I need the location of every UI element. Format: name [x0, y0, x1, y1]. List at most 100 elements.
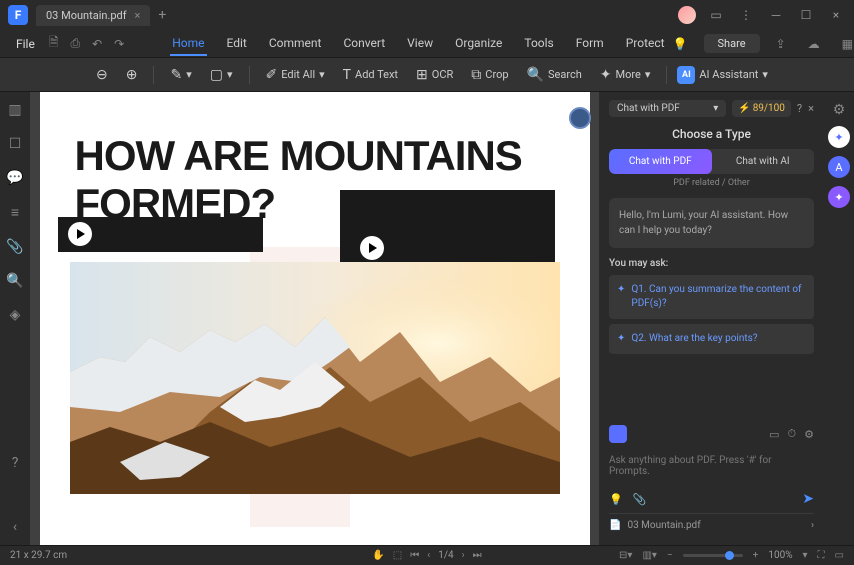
separator — [249, 66, 250, 84]
tab-chat-ai[interactable]: Chat with AI — [712, 149, 815, 174]
zoom-out-status-icon[interactable]: − — [667, 550, 673, 561]
document-tab[interactable]: 03 Mountain.pdf × — [36, 5, 150, 26]
select-tool-icon[interactable]: ⬚ — [393, 550, 402, 561]
print-icon[interactable]: ⎙ — [65, 36, 87, 51]
tab-title: 03 Mountain.pdf — [46, 9, 127, 22]
chat-input[interactable]: Ask anything about PDF. Press '#' for Pr… — [609, 449, 814, 483]
send-icon[interactable]: ➤ — [802, 491, 814, 507]
zoom-thumb[interactable] — [725, 551, 734, 560]
file-reference[interactable]: 📄 03 Mountain.pdf › — [609, 513, 814, 537]
sparkle-icon: ✦ — [617, 283, 625, 311]
separator — [666, 66, 667, 84]
mountain-image — [70, 262, 560, 494]
fit-width-icon[interactable]: ⊟▾ — [619, 550, 632, 561]
document-canvas[interactable]: HOW ARE MOUNTAINS FORMED? — [30, 92, 599, 545]
help-circle-icon[interactable]: ? — [797, 102, 802, 115]
menu-comment[interactable]: Comment — [267, 32, 324, 56]
floating-ai-icon[interactable] — [569, 107, 591, 129]
chevron-right-icon: › — [811, 520, 814, 531]
menu-convert[interactable]: Convert — [341, 32, 387, 56]
menu-tools[interactable]: Tools — [522, 32, 555, 56]
menu-edit[interactable]: Edit — [225, 32, 249, 56]
bookmarks-icon[interactable]: ☐ — [9, 136, 22, 152]
zoom-in-icon[interactable]: ⊕ — [120, 64, 144, 86]
crop-tool[interactable]: ⧉Crop — [465, 64, 514, 86]
suggestion-q1[interactable]: ✦Q1. Can you summarize the content of PD… — [609, 275, 814, 319]
play-icon-2[interactable] — [360, 236, 384, 260]
history-icon[interactable]: ⏱ — [788, 427, 797, 441]
play-icon-1[interactable] — [68, 222, 92, 246]
save-icon[interactable]: 🗎 — [43, 33, 65, 54]
sliders-icon[interactable]: ⚙ — [833, 102, 846, 118]
last-page-icon[interactable]: ⏭ — [473, 550, 482, 561]
zoom-level[interactable]: 100% — [768, 550, 792, 561]
menu-form[interactable]: Form — [574, 32, 606, 56]
minimize-icon[interactable]: ─ — [766, 5, 786, 25]
redo-icon[interactable]: ↷ — [108, 37, 130, 51]
ai-tool-2-icon[interactable]: A — [828, 156, 850, 178]
zoom-in-status-icon[interactable]: + — [753, 550, 759, 561]
share-link-icon[interactable]: ⇪ — [770, 37, 792, 51]
lightbulb-icon[interactable]: 💡 — [609, 493, 623, 506]
help-icon[interactable]: ? — [12, 455, 19, 471]
bulb-icon[interactable]: 💡 — [667, 37, 694, 51]
choose-type-label: Choose a Type — [609, 127, 814, 141]
maximize-icon[interactable]: ☐ — [796, 5, 816, 25]
ai-mode-select[interactable]: Chat with PDF▾ — [609, 100, 726, 117]
attach-icon[interactable]: 📎 — [633, 493, 647, 506]
close-panel-icon[interactable]: × — [808, 102, 814, 115]
view-mode-icon[interactable]: ▥▾ — [642, 550, 656, 561]
kebab-icon[interactable]: ⋮ — [736, 5, 756, 25]
share-button[interactable]: Share — [704, 34, 760, 53]
fullscreen-icon[interactable]: ⛶ — [818, 550, 825, 561]
grid-icon[interactable]: ▦ — [836, 37, 854, 51]
search-rail-icon[interactable]: 🔍 — [6, 273, 23, 289]
ocr-tool[interactable]: ⊞OCR — [410, 64, 459, 86]
shape-icon[interactable]: ▢▾ — [204, 64, 239, 86]
image-icon[interactable]: ▭ — [769, 428, 779, 441]
add-tab-icon[interactable]: + — [158, 7, 166, 23]
search-tool[interactable]: 🔍Search — [521, 64, 588, 86]
settings-icon[interactable]: ⚙ — [804, 428, 814, 441]
next-page-icon[interactable]: › — [462, 550, 465, 561]
pdf-page: HOW ARE MOUNTAINS FORMED? — [40, 92, 590, 545]
ai-assistant-button[interactable]: AI AI Assistant▾ — [677, 66, 768, 84]
layers-icon[interactable]: ≡ — [11, 204, 19, 221]
add-text-tool[interactable]: TAdd Text — [337, 64, 404, 86]
tab-chat-pdf[interactable]: Chat with PDF — [609, 149, 712, 174]
edit-all-tool[interactable]: ✐Edit All▾ — [260, 64, 331, 86]
page-indicator[interactable]: 1/4 — [438, 550, 453, 561]
comments-icon[interactable]: 💬 — [6, 170, 23, 186]
prev-page-icon[interactable]: ‹ — [427, 550, 430, 561]
zoom-out-icon[interactable]: ⊖ — [90, 64, 114, 86]
menu-view[interactable]: View — [405, 32, 435, 56]
user-avatar[interactable] — [678, 6, 696, 24]
stack-icon[interactable]: ◈ — [10, 307, 21, 323]
read-mode-icon[interactable]: ▭ — [835, 550, 844, 561]
undo-icon[interactable]: ↶ — [86, 37, 108, 51]
close-window-icon[interactable]: × — [826, 5, 846, 25]
suggestion-q2[interactable]: ✦Q2. What are the key points? — [609, 324, 814, 354]
menu-organize[interactable]: Organize — [453, 32, 504, 56]
collapse-left-icon[interactable]: ‹ — [13, 519, 17, 535]
app-logo: F — [8, 5, 28, 25]
highlighter-icon[interactable]: ✎▾ — [164, 64, 197, 86]
close-tab-icon[interactable]: × — [135, 9, 141, 22]
ai-tool-3-icon[interactable]: ✦ — [828, 186, 850, 208]
type-subtitle: PDF related / Other — [609, 178, 814, 188]
page-dimensions: 21 x 29.7 cm — [10, 550, 67, 561]
ai-tool-1-icon[interactable]: ✦ — [828, 126, 850, 148]
menu-home[interactable]: Home — [170, 32, 206, 56]
credits-badge[interactable]: ⚡89/100 — [732, 100, 791, 117]
cloud-icon[interactable]: ☁ — [802, 37, 826, 51]
hand-tool-icon[interactable]: ✋ — [372, 550, 384, 561]
first-page-icon[interactable]: ⏮ — [410, 550, 419, 561]
thumbnails-icon[interactable]: ▥ — [8, 102, 21, 118]
menu-protect[interactable]: Protect — [624, 32, 667, 56]
more-tool[interactable]: ✦More▾ — [594, 64, 657, 86]
file-menu[interactable]: File — [8, 37, 43, 51]
attachments-icon[interactable]: 📎 — [6, 239, 23, 255]
zoom-slider[interactable] — [683, 554, 743, 557]
you-may-ask-label: You may ask: — [609, 258, 814, 269]
notes-icon[interactable]: ▭ — [706, 5, 726, 25]
